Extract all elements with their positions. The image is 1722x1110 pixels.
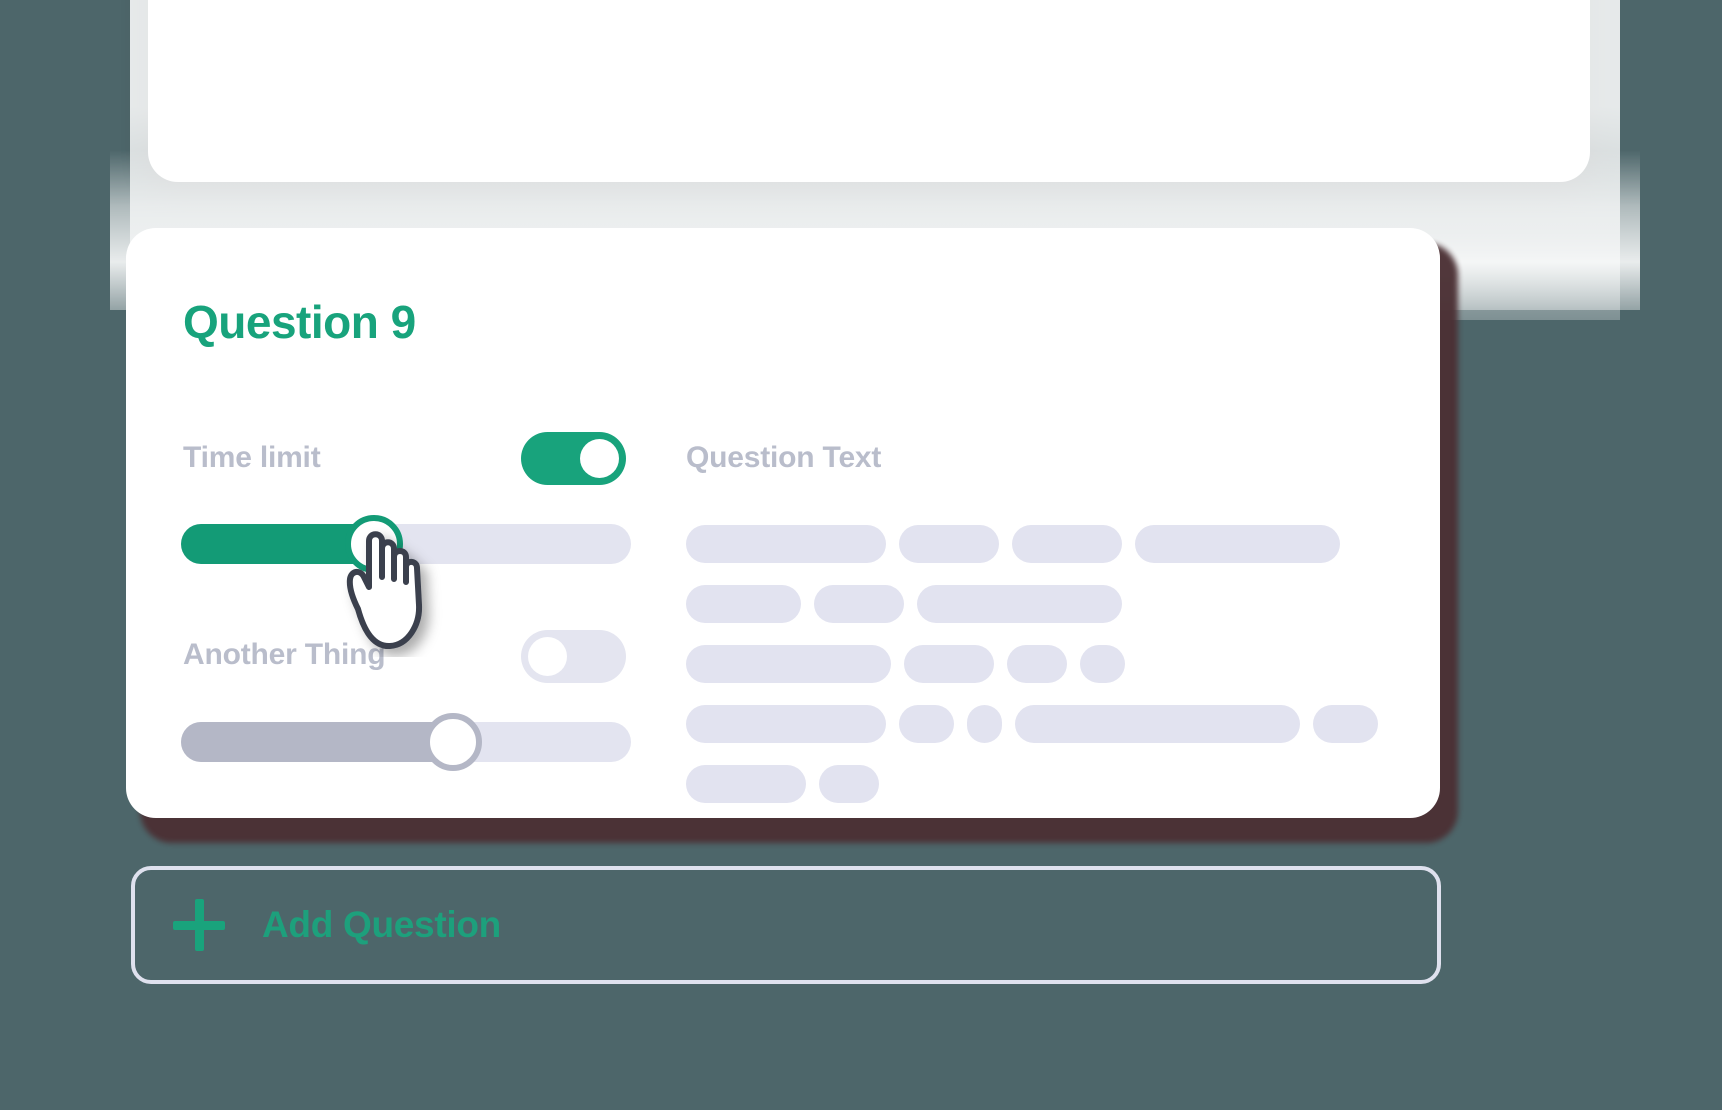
app-background: Question 9 Time limit Another Thing Ques… (0, 0, 1722, 1110)
skeleton-bar (917, 585, 1122, 623)
toggle-knob (580, 439, 619, 478)
skeleton-bar (814, 585, 904, 623)
skeleton-row (686, 525, 1378, 563)
skeleton-row (686, 585, 1378, 623)
skeleton-bar (686, 645, 891, 683)
skeleton-bar (967, 705, 1002, 743)
toggle-knob (528, 637, 567, 676)
page-title: Question 9 (183, 296, 416, 348)
question-text-skeleton (686, 525, 1378, 803)
skeleton-bar (686, 705, 886, 743)
skeleton-bar (1135, 525, 1340, 563)
skeleton-bar (1012, 525, 1122, 563)
time-limit-label: Time limit (183, 441, 321, 474)
time-limit-toggle[interactable] (521, 432, 626, 485)
another-thing-slider[interactable] (181, 713, 631, 771)
skeleton-bar (686, 585, 801, 623)
skeleton-bar (904, 645, 994, 683)
skeleton-bar (899, 525, 999, 563)
question-text-label: Question Text (686, 441, 882, 474)
skeleton-row (686, 705, 1378, 743)
add-question-button[interactable]: Add Question (131, 866, 1441, 984)
skeleton-bar (1015, 705, 1300, 743)
skeleton-bar (686, 525, 886, 563)
time-limit-slider[interactable] (181, 515, 631, 573)
skeleton-bar (819, 765, 879, 803)
previous-question-card (148, 0, 1590, 182)
another-thing-label: Another Thing (183, 638, 386, 671)
skeleton-bar (686, 765, 806, 803)
plus-icon (171, 897, 227, 953)
slider-fill (181, 722, 457, 762)
slider-knob[interactable] (424, 713, 482, 771)
skeleton-row (686, 645, 1378, 683)
skeleton-bar (1080, 645, 1125, 683)
add-question-label: Add Question (262, 904, 501, 945)
skeleton-bar (1007, 645, 1067, 683)
skeleton-bar (899, 705, 954, 743)
skeleton-row (686, 765, 1378, 803)
another-thing-toggle[interactable] (521, 630, 626, 683)
skeleton-bar (1313, 705, 1378, 743)
slider-knob[interactable] (345, 515, 403, 573)
